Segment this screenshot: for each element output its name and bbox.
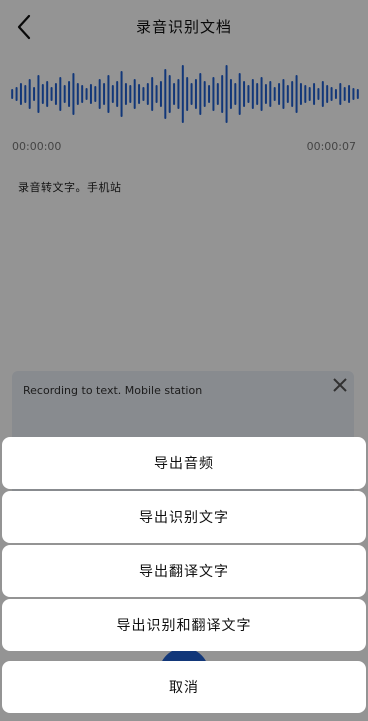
export-recognized-text-button[interactable]: 导出识别文字	[2, 491, 366, 543]
export-audio-button[interactable]: 导出音频	[2, 437, 366, 489]
cancel-button[interactable]: 取消	[2, 661, 366, 713]
export-recognized-and-translated-text-button[interactable]: 导出识别和翻译文字	[2, 599, 366, 651]
export-translated-text-button[interactable]: 导出翻译文字	[2, 545, 366, 597]
